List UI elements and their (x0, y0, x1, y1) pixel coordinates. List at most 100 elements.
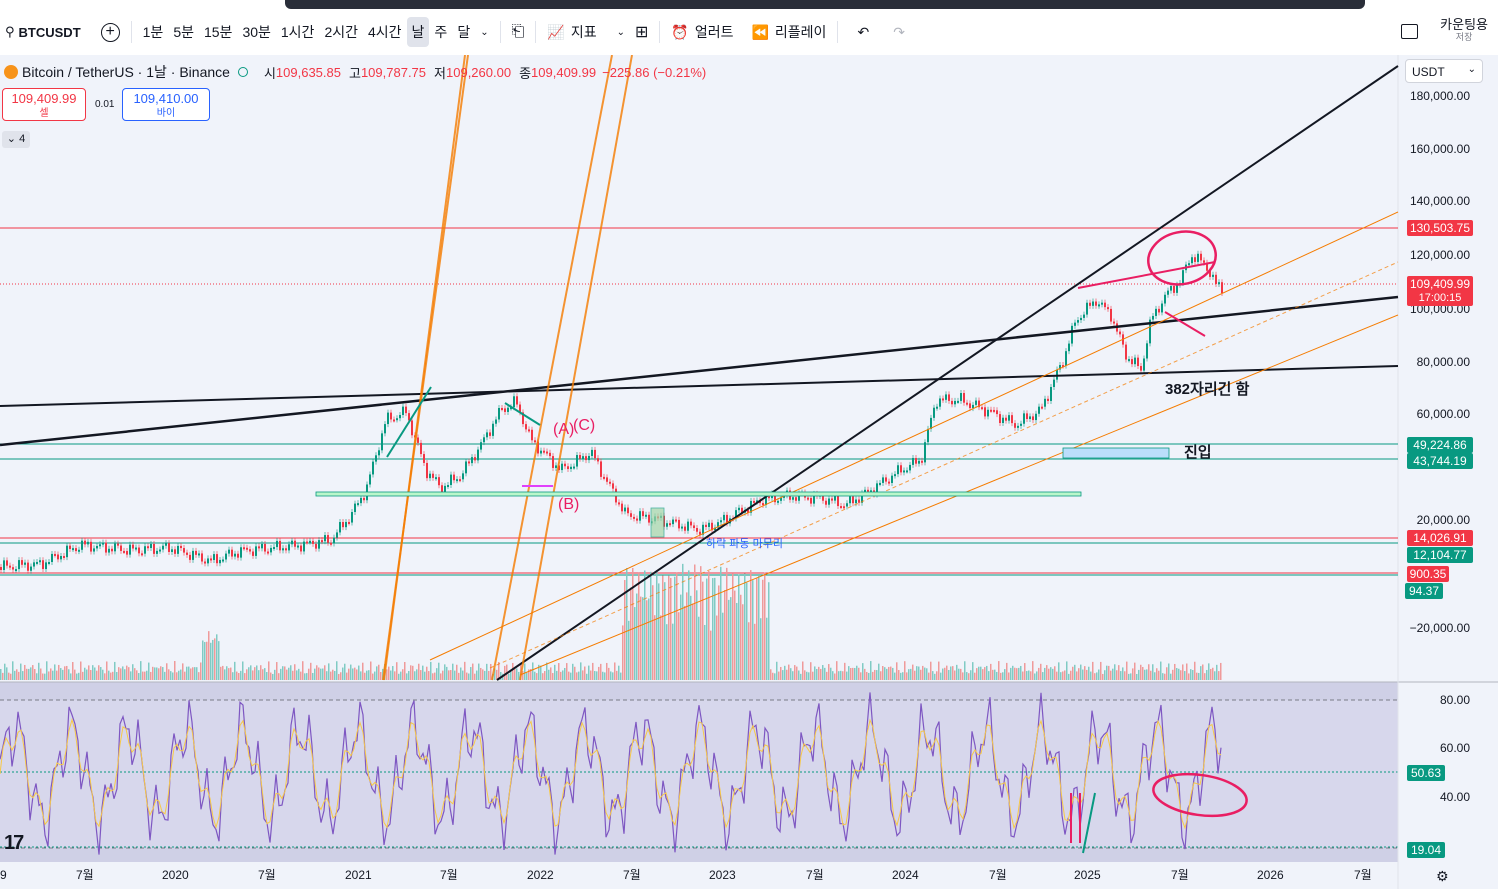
timeframe-button[interactable]: 4시간 (363, 17, 407, 47)
volume-bar (282, 666, 284, 680)
undo-button[interactable]: ↶ (852, 17, 874, 47)
volume-bar (398, 673, 400, 680)
volume-bar (908, 669, 910, 680)
volume-bar (352, 668, 354, 680)
redo-button[interactable]: ↷ (888, 17, 910, 47)
volume-bar (720, 566, 722, 680)
timeframe-button[interactable]: 주 (429, 17, 452, 47)
indicators-menu-button[interactable]: ⌄ (612, 17, 630, 47)
volume-bar (1124, 671, 1126, 680)
channel-upper (429, 211, 1399, 661)
volume-bar (802, 661, 804, 680)
chart-canvas[interactable] (0, 54, 1498, 889)
volume-bar (822, 665, 824, 680)
volume-bar (1068, 673, 1070, 680)
countdown-save-button[interactable]: 카운팅용 저장 (1440, 18, 1488, 44)
timeframe-button[interactable]: 30분 (237, 17, 275, 47)
timeframe-button[interactable]: 2시간 (319, 17, 363, 47)
timeframe-button[interactable]: 달 (452, 17, 475, 47)
volume-bar (690, 595, 692, 680)
volume-bar (994, 669, 996, 680)
volume-bar (1066, 661, 1068, 680)
indicators-button[interactable]: 📈 지표 (542, 17, 601, 47)
volume-bar (202, 640, 204, 680)
volume-bar (94, 667, 96, 680)
timeframe-button[interactable]: 1분 (138, 17, 169, 47)
volume-bar (1204, 673, 1206, 680)
volume-bar (116, 672, 118, 680)
volume-bar (370, 661, 372, 680)
volume-bar (188, 666, 190, 680)
volume-bar (428, 671, 430, 680)
volume-bar (678, 612, 680, 680)
volume-bar (242, 661, 244, 680)
volume-bar (426, 666, 428, 680)
volume-bar (910, 668, 912, 680)
volume-bar (458, 672, 460, 680)
volume-bar (454, 670, 456, 680)
volume-bar (688, 570, 690, 680)
settings-gear-icon[interactable]: ⚙ (1436, 868, 1449, 885)
volume-bar (326, 671, 328, 680)
volume-bar (410, 665, 412, 680)
volume-bar (898, 670, 900, 680)
volume-bar (570, 672, 572, 680)
volume-bar (186, 666, 188, 680)
price-tag: 43,744.19 (1407, 453, 1473, 469)
add-symbol-button[interactable]: + (96, 17, 125, 47)
sell-button[interactable]: 109,409.99 셀 (2, 88, 86, 121)
volume-bar (770, 669, 772, 680)
volume-bar (858, 667, 860, 680)
volume-bar (1000, 672, 1002, 680)
chart-area[interactable] (0, 54, 1498, 889)
volume-bar (302, 661, 304, 680)
volume-bar (632, 567, 634, 680)
timeframe-button[interactable]: 5분 (168, 17, 199, 47)
volume-bar (1108, 665, 1110, 680)
volume-bar (320, 668, 322, 680)
volume-bar (26, 668, 28, 680)
volume-bar (120, 668, 122, 680)
alert-button[interactable]: ⏰ 얼러트 (666, 17, 738, 47)
volume-bar (780, 666, 782, 680)
volume-bar (1062, 671, 1064, 680)
currency-select[interactable]: USDT ⌄ (1405, 59, 1483, 83)
volume-bar (816, 668, 818, 680)
timeframe-button[interactable]: 15분 (199, 17, 237, 47)
volume-bar (714, 577, 716, 680)
symbol-search[interactable]: ⚲ BTCUSDT (0, 17, 86, 47)
replay-button[interactable]: ⏪ 리플레이 (746, 17, 831, 47)
buy-button[interactable]: 109,410.00 바이 (122, 88, 210, 121)
timeframe-menu-button[interactable]: ⌄ (475, 17, 493, 47)
volume-bar (1200, 666, 1202, 680)
volume-bar (444, 664, 446, 680)
timeframe-button[interactable]: 날 (406, 17, 430, 47)
chart-type-button[interactable]: ⎗ (507, 17, 530, 47)
timeframe-button[interactable]: 1시간 (276, 17, 320, 47)
collapse-indicators-button[interactable]: ⌄ 4 (2, 131, 30, 148)
volume-bar (896, 662, 898, 680)
grid-icon: ⊞ (635, 24, 649, 41)
volume-bar (602, 671, 604, 680)
volume-bar (90, 670, 92, 680)
volume-bar (480, 667, 482, 680)
volume-bar (66, 665, 68, 680)
price-tag: 49,224.86 (1407, 437, 1473, 453)
volume-bar (972, 662, 974, 680)
volume-bar (548, 669, 550, 680)
volume-bar (1038, 667, 1040, 680)
volume-bar (948, 670, 950, 680)
volume-bar (1166, 667, 1168, 680)
layout-button[interactable]: ⊞ (630, 17, 653, 47)
volume-bar (1064, 670, 1066, 680)
volume-bar (762, 579, 764, 680)
volume-bar (1140, 664, 1142, 680)
volume-bar (1218, 671, 1220, 680)
volume-bar (954, 670, 956, 680)
volume-bar (844, 662, 846, 680)
volume-bar (842, 671, 844, 680)
volume-bar (934, 673, 936, 680)
volume-bar (10, 673, 12, 680)
volume-bar (1080, 664, 1082, 680)
fullscreen-box-icon[interactable] (1401, 23, 1419, 39)
